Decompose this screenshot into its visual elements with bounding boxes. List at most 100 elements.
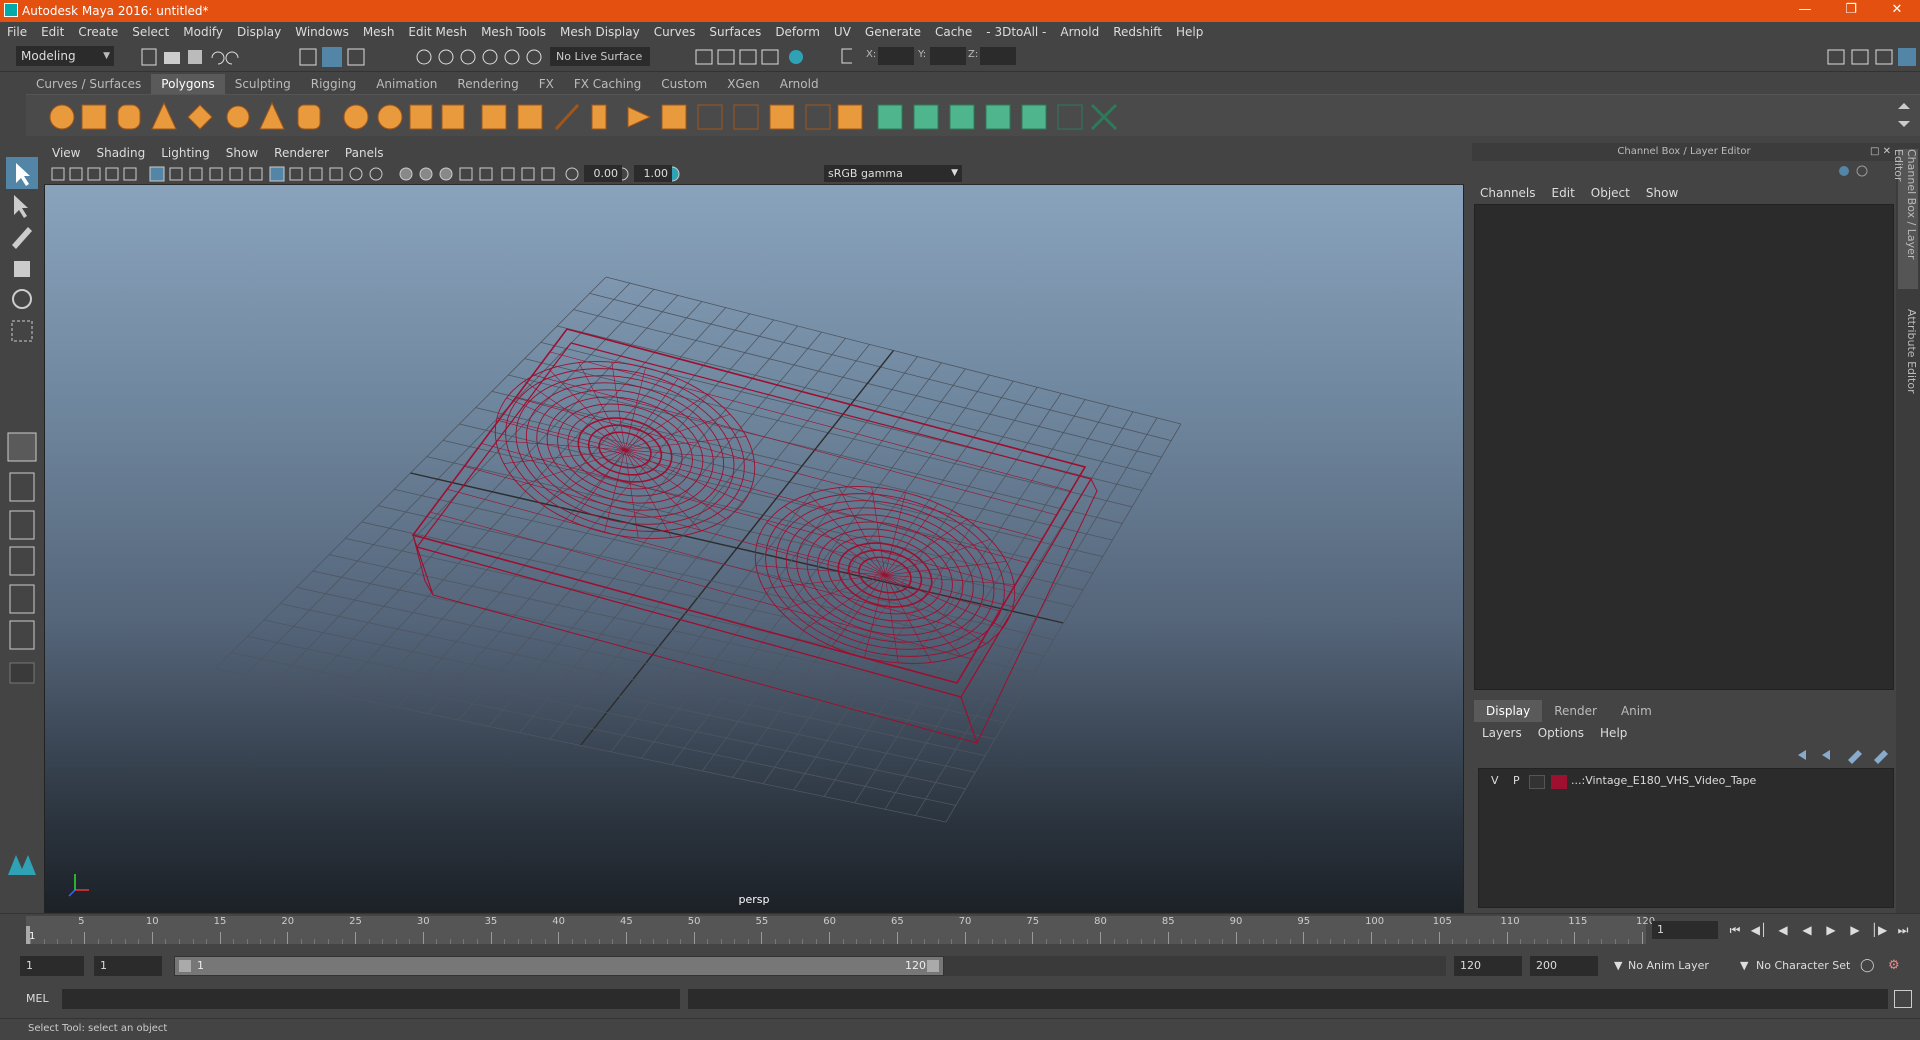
layer-visibility-toggle[interactable]: V (1491, 774, 1499, 787)
live-surface-field[interactable]: No Live Surface (550, 47, 650, 66)
shelf-tab-rendering[interactable]: Rendering (447, 74, 528, 94)
layer-color-swatch[interactable] (1551, 775, 1567, 789)
perspective-viewport[interactable]: persp (45, 185, 1463, 912)
step-forward-button[interactable]: │▶ (1870, 921, 1888, 939)
chevron-down-icon[interactable]: ▼ (1608, 956, 1622, 976)
menu-modify[interactable]: Modify (176, 25, 230, 39)
menu-help[interactable]: Help (1169, 25, 1210, 39)
shelf-tab-rigging[interactable]: Rigging (301, 74, 366, 94)
shelf-tab-arnold[interactable]: Arnold (770, 74, 829, 94)
viewport-menu-panels[interactable]: Panels (337, 146, 392, 160)
range-start-handle[interactable] (179, 960, 191, 972)
exposure-field[interactable]: 0.00 (584, 165, 622, 182)
playback-start-field[interactable]: 1 (94, 956, 162, 976)
go-to-end-button[interactable]: ⏭ (1894, 921, 1912, 939)
auto-key-icon[interactable]: ◯ (1860, 958, 1878, 974)
menu-redshift[interactable]: Redshift (1106, 25, 1169, 39)
viewport-menu-renderer[interactable]: Renderer (266, 146, 337, 160)
layer-type-toggle[interactable] (1529, 775, 1545, 789)
layer-menu-options[interactable]: Options (1530, 726, 1592, 740)
animation-end-field[interactable]: 200 (1530, 956, 1598, 976)
menu-windows[interactable]: Windows (288, 25, 356, 39)
current-frame-field[interactable]: 1 (1652, 921, 1718, 939)
time-slider-track[interactable]: 5 10 15 20 25 30 35 40 45 50 55 60 65 70 75 80 85 90 95 100… (26, 916, 1655, 944)
layer-menu-layers[interactable]: Layers (1474, 726, 1530, 740)
shelf-icons[interactable] (26, 95, 1920, 137)
menu-select[interactable]: Select (125, 25, 176, 39)
close-button[interactable]: ✕ (1874, 0, 1920, 22)
z-field[interactable] (980, 47, 1016, 65)
playback-end-field[interactable]: 120 (1454, 956, 1522, 976)
shelf-tab-fx-caching[interactable]: FX Caching (564, 74, 651, 94)
scene-svg[interactable] (45, 185, 1463, 912)
channel-box-menu-show[interactable]: Show (1638, 186, 1686, 200)
character-set-select[interactable]: No Character Set (1750, 956, 1868, 976)
viewport-menu-show[interactable]: Show (218, 146, 266, 160)
menu-edit[interactable]: Edit (34, 25, 71, 39)
channel-box-area[interactable] (1474, 204, 1894, 690)
workspace-icons[interactable] (1822, 46, 1918, 68)
animation-start-field[interactable]: 1 (20, 956, 84, 976)
render-tool-icons[interactable] (692, 46, 852, 68)
menu-generate[interactable]: Generate (858, 25, 928, 39)
range-end-handle[interactable] (927, 960, 939, 972)
viewport-toolbar-icons[interactable] (50, 165, 790, 183)
menu-create[interactable]: Create (71, 25, 125, 39)
menu-cache[interactable]: Cache (928, 25, 979, 39)
channel-box-tool-icons[interactable] (1836, 163, 1886, 179)
view-transform-select[interactable]: sRGB gamma ▼ (824, 165, 962, 182)
shelf-tab-custom[interactable]: Custom (651, 74, 717, 94)
shelf-tab-animation[interactable]: Animation (366, 74, 447, 94)
play-forwards-button[interactable]: ▶ (1822, 921, 1840, 939)
layer-name[interactable]: ...:Vintage_E180_VHS_Video_Tape (1571, 774, 1756, 787)
layer-tab-render[interactable]: Render (1542, 700, 1609, 722)
menu-edit-mesh[interactable]: Edit Mesh (401, 25, 474, 39)
command-input[interactable] (62, 989, 680, 1009)
shelf-tab-curves-surfaces[interactable]: Curves / Surfaces (26, 74, 151, 94)
menu-arnold[interactable]: Arnold (1053, 25, 1106, 39)
step-back-button[interactable]: ◀│ (1750, 921, 1768, 939)
range-bar[interactable]: 1 120 (174, 956, 944, 976)
menu-mesh-tools[interactable]: Mesh Tools (474, 25, 553, 39)
viewport-menu-shading[interactable]: Shading (88, 146, 153, 160)
channel-box-menu-channels[interactable]: Channels (1472, 186, 1544, 200)
shelf-tab-fx[interactable]: FX (529, 74, 564, 94)
shelf-tab-sculpting[interactable]: Sculpting (225, 74, 301, 94)
toolbox-icons[interactable] (0, 155, 44, 915)
menu-set-select[interactable]: Modeling ▼ (16, 46, 114, 66)
y-field[interactable] (930, 47, 966, 65)
step-forward-key-button[interactable]: ▶ (1846, 921, 1864, 939)
gamma-field[interactable]: 1.00 (634, 165, 672, 182)
preferences-icon[interactable]: ⚙ (1888, 958, 1906, 974)
menu-file[interactable]: File (0, 25, 34, 39)
restore-button[interactable]: ❐ (1828, 0, 1874, 22)
menu-mesh-display[interactable]: Mesh Display (553, 25, 647, 39)
status-tool-icons[interactable] (140, 46, 560, 68)
layer-menu-help[interactable]: Help (1592, 726, 1635, 740)
channel-box-menu-edit[interactable]: Edit (1544, 186, 1583, 200)
layer-row[interactable]: V P ...:Vintage_E180_VHS_Video_Tape (1481, 773, 1891, 791)
play-backwards-button[interactable]: ◀ (1798, 921, 1816, 939)
menu-display[interactable]: Display (230, 25, 288, 39)
tab-channel-box[interactable]: Channel Box / Layer Editor (1892, 149, 1918, 289)
layer-tab-anim[interactable]: Anim (1609, 700, 1664, 722)
tab-attribute-editor[interactable]: Attribute Editor (1898, 309, 1918, 409)
layer-tab-display[interactable]: Display (1474, 700, 1543, 722)
viewport-menu-view[interactable]: View (44, 146, 88, 160)
shelf-tab-polygons[interactable]: Polygons (151, 74, 225, 94)
mel-label[interactable]: MEL (26, 992, 49, 1005)
menu-uv[interactable]: UV (827, 25, 858, 39)
go-to-start-button[interactable]: ⏮ (1726, 921, 1744, 939)
layer-tool-icons[interactable] (1794, 746, 1894, 764)
script-editor-icon[interactable] (1894, 990, 1912, 1008)
menu-3dtoall[interactable]: - 3DtoAll - (979, 25, 1053, 39)
x-field[interactable] (878, 47, 914, 65)
menu-surfaces[interactable]: Surfaces (702, 25, 768, 39)
shelf-tab-xgen[interactable]: XGen (717, 74, 770, 94)
channel-box-menu-object[interactable]: Object (1583, 186, 1638, 200)
step-back-key-button[interactable]: ◀ (1774, 921, 1792, 939)
layer-playback-toggle[interactable]: P (1513, 774, 1520, 787)
chevron-down-icon[interactable]: ▼ (1734, 956, 1748, 976)
menu-deform[interactable]: Deform (768, 25, 827, 39)
viewport-menu-lighting[interactable]: Lighting (153, 146, 218, 160)
